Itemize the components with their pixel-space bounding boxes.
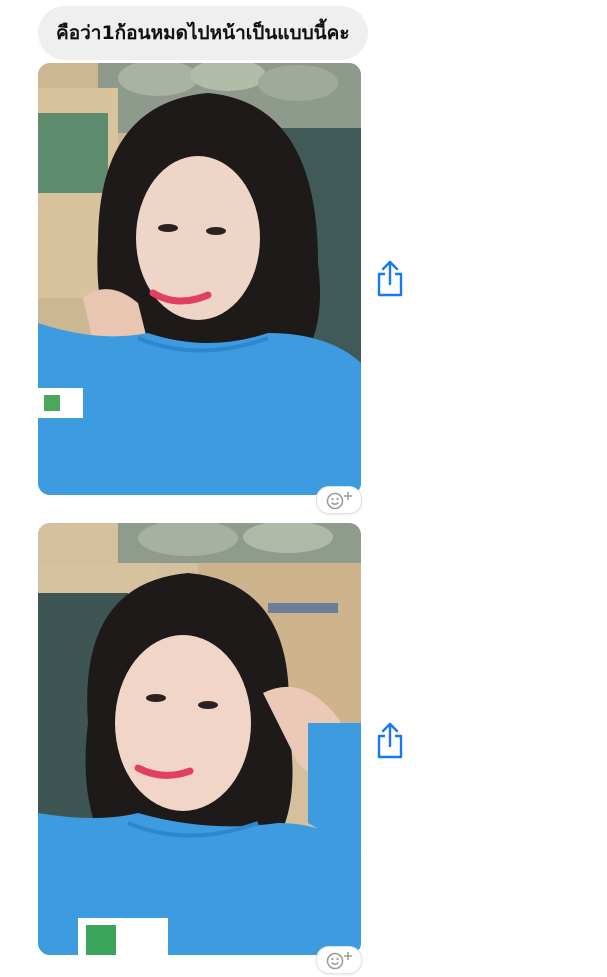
add-reaction-button[interactable] bbox=[316, 946, 362, 974]
message-text: คือว่า1ก้อนหมดไปหน้าเป็นแบบนี้คะ bbox=[56, 22, 350, 44]
share-icon bbox=[377, 722, 403, 759]
photo-message-2[interactable] bbox=[38, 523, 361, 955]
photo-image bbox=[38, 523, 361, 955]
chat-screen: คือว่า1ก้อนหมดไปหน้าเป็นแบบนี้คะ bbox=[0, 0, 607, 977]
message-bubble[interactable]: คือว่า1ก้อนหมดไปหน้าเป็นแบบนี้คะ bbox=[38, 6, 368, 60]
add-reaction-icon bbox=[326, 952, 352, 970]
photo-image bbox=[38, 63, 361, 495]
share-icon bbox=[377, 260, 403, 297]
photo-message-1[interactable] bbox=[38, 63, 361, 495]
add-reaction-button[interactable] bbox=[316, 486, 362, 514]
share-button[interactable] bbox=[374, 259, 406, 299]
share-button[interactable] bbox=[374, 721, 406, 761]
add-reaction-icon bbox=[326, 492, 352, 510]
